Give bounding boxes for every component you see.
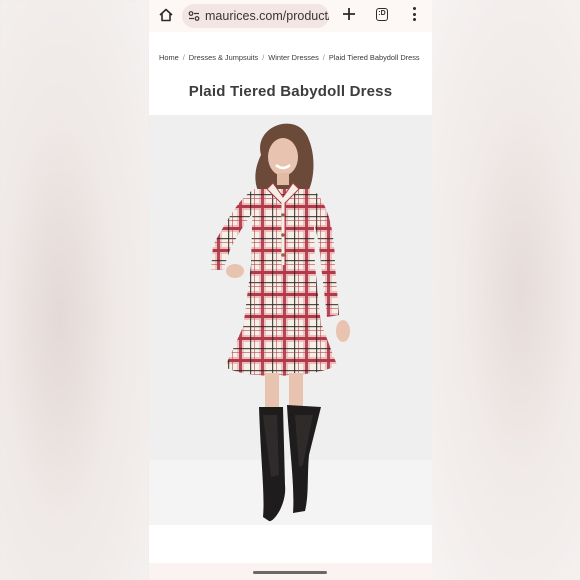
breadcrumb: Home / Dresses & Jumpsuits / Winter Dresses /… bbox=[159, 53, 420, 62]
tab-count: :D bbox=[378, 10, 386, 17]
site-settings-icon[interactable] bbox=[188, 10, 200, 22]
breadcrumb-dresses-jumpsuits[interactable]: Dresses & Jumpsuits bbox=[189, 53, 258, 62]
breadcrumb-current-product[interactable]: Plaid Tiered Babydoll Dress bbox=[329, 53, 420, 62]
new-tab-icon[interactable] bbox=[341, 6, 357, 22]
gesture-handle[interactable] bbox=[253, 571, 327, 574]
home-icon[interactable] bbox=[158, 7, 174, 23]
blurred-background-left bbox=[0, 0, 149, 580]
system-navigation-bar bbox=[149, 563, 432, 580]
tab-switcher-button[interactable]: :D bbox=[376, 8, 388, 21]
model-illustration bbox=[211, 123, 350, 522]
url-bar[interactable]: maurices.com/product/p bbox=[182, 4, 329, 28]
product-title: Plaid Tiered Babydoll Dress bbox=[188, 83, 393, 100]
page-content-bottom bbox=[149, 525, 432, 565]
phone-screen: maurices.com/product/p :D Home / Dresses &… bbox=[149, 0, 432, 580]
url-text: maurices.com/product/p bbox=[205, 9, 329, 23]
breadcrumb-winter-dresses[interactable]: Winter Dresses bbox=[268, 53, 319, 62]
browser-toolbar: maurices.com/product/p :D bbox=[149, 0, 432, 32]
breadcrumb-home[interactable]: Home bbox=[159, 53, 179, 62]
blurred-background-right bbox=[432, 0, 580, 580]
product-image[interactable] bbox=[149, 115, 432, 525]
more-menu-icon[interactable] bbox=[411, 7, 417, 23]
